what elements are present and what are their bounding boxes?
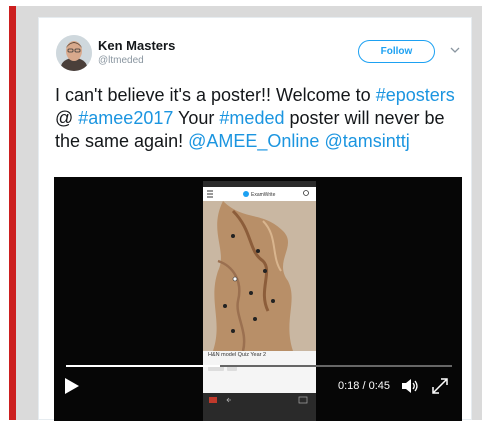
tweet-link[interactable]: #eposters [376,85,455,105]
tweet-link[interactable]: #amee2017 [78,108,173,128]
tweet-text-segment: I can't believe it's a poster!! Welcome … [55,85,376,105]
follow-button[interactable]: Follow [358,40,435,63]
author-name[interactable]: Ken Masters [98,38,175,53]
tweet-link[interactable]: #meded [219,108,284,128]
tweet-text: I can't believe it's a poster!! Welcome … [55,84,467,153]
tweet-link[interactable]: @AMEE_Online [188,131,319,151]
author-handle[interactable]: @ltmeded [98,55,144,66]
phone-app-header: ExamWrite [207,190,309,198]
phone-nav-icons [209,396,308,404]
volume-icon[interactable] [400,377,420,395]
red-side-bar [9,6,16,420]
tweet-text-segment: Your [173,108,220,128]
phone-app-bar: ExamWrite [203,187,316,202]
progress-fill [66,365,221,367]
tweet-card: Ken Masters @ltmeded Follow I can't beli… [38,17,472,421]
progress-bar[interactable] [66,365,452,367]
video-player[interactable]: ExamWrite H&N model Quiz Year 2 0:18 / 0… [54,177,462,421]
video-frame-phone: ExamWrite H&N model Quiz Year 2 [203,181,316,421]
expand-icon[interactable] [430,376,450,396]
phone-caption: H&N model Quiz Year 2 [208,352,267,358]
phone-bottom-nav [203,393,316,421]
phone-app-name: ExamWrite [251,192,276,198]
chevron-down-icon[interactable] [449,44,461,56]
video-time: 0:18 / 0:45 [338,380,390,392]
tweet-text-segment: @ [55,108,79,128]
tweet-link[interactable]: @tamsinttj [324,131,409,151]
avatar-image [56,35,92,71]
play-icon[interactable] [64,377,80,395]
anatomy-model-image [203,201,316,351]
avatar[interactable] [56,35,92,71]
